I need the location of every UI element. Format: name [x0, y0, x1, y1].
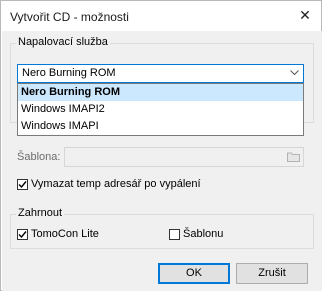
- delete-temp-label: Vymazat temp adresář po vypálení: [31, 178, 201, 190]
- checkmark-icon: [18, 180, 27, 188]
- window-title: Vytvořit CD - možnosti: [10, 10, 129, 24]
- folder-icon: [287, 151, 300, 162]
- dropdown-option-nero[interactable]: Nero Burning ROM: [18, 84, 303, 101]
- tomocon-lite-checkbox[interactable]: [17, 228, 28, 240]
- title-bar[interactable]: Vytvořit CD - možnosti ✕: [1, 1, 321, 31]
- dialog-body: Napalovací služba Nero Burning ROM Nero …: [2, 31, 322, 291]
- sablonu-label: Šablonu: [183, 228, 224, 240]
- dialog-window: Vytvořit CD - možnosti ✕ Napalovací služ…: [0, 0, 322, 291]
- tomocon-lite-option[interactable]: TomoCon Lite: [17, 228, 99, 240]
- dropdown-option-imapi[interactable]: Windows IMAPI: [18, 118, 303, 135]
- template-input: [64, 147, 304, 167]
- burn-service-dropdown-list: Nero Burning ROM Windows IMAPI2 Windows …: [17, 83, 304, 136]
- checkmark-icon: [18, 230, 27, 238]
- cancel-button[interactable]: Zrušit: [236, 263, 308, 284]
- tomocon-lite-label: TomoCon Lite: [31, 228, 99, 240]
- burn-service-group-label: Napalovací služba: [16, 36, 110, 48]
- burn-service-selected-value: Nero Burning ROM: [22, 67, 116, 79]
- ok-button[interactable]: OK: [158, 263, 230, 284]
- chevron-down-icon[interactable]: [288, 65, 300, 82]
- template-label: Šablona:: [17, 151, 61, 163]
- burn-service-combobox[interactable]: Nero Burning ROM: [17, 64, 304, 83]
- sablonu-checkbox[interactable]: [169, 228, 180, 240]
- close-icon[interactable]: ✕: [293, 5, 317, 25]
- include-group-label: Zahrnout: [16, 207, 65, 219]
- delete-temp-option[interactable]: Vymazat temp adresář po vypálení: [17, 178, 201, 190]
- dropdown-option-imapi2[interactable]: Windows IMAPI2: [18, 101, 303, 118]
- sablonu-option[interactable]: Šablonu: [169, 228, 223, 240]
- delete-temp-checkbox[interactable]: [17, 178, 28, 190]
